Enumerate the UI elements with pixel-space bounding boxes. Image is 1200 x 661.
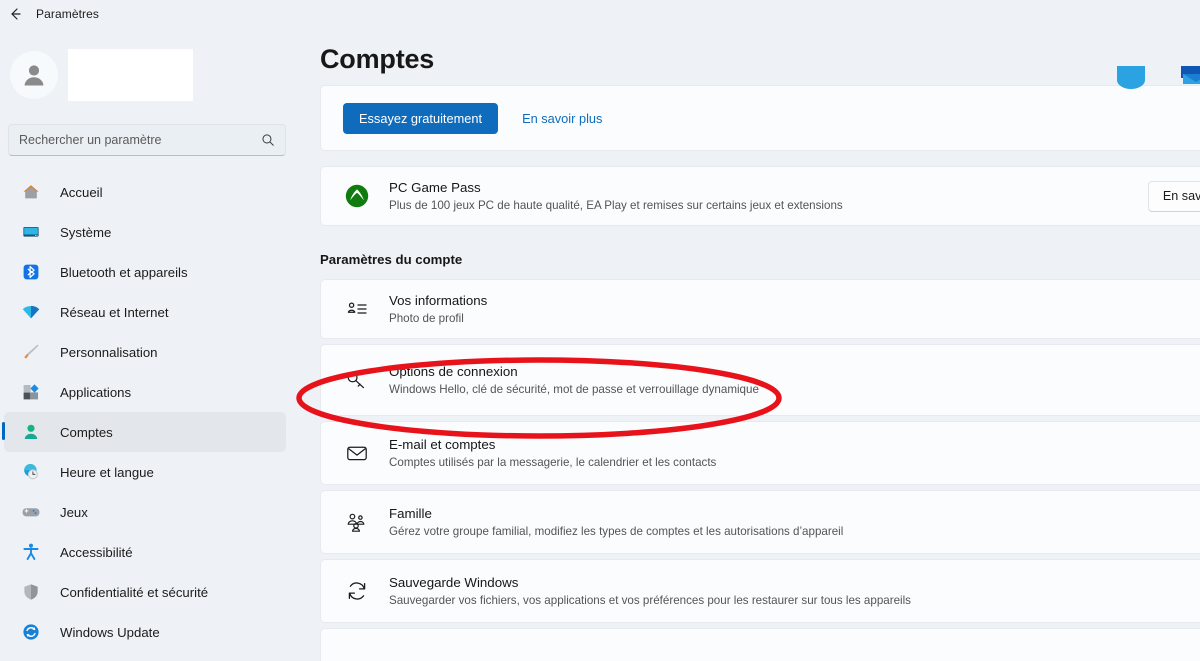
- sidebar-item-label: Applications: [60, 384, 132, 400]
- sidebar-item-reseau[interactable]: Réseau et Internet: [4, 292, 286, 332]
- search-input[interactable]: [19, 133, 261, 147]
- apps-icon: [20, 381, 42, 403]
- family-icon: [343, 508, 371, 536]
- sidebar-item-label: Confidentialité et sécurité: [60, 584, 209, 600]
- sidebar-item-accueil[interactable]: Accueil: [4, 172, 286, 212]
- setting-row-sauvegarde-windows[interactable]: Sauvegarde Windows Sauvegarder vos fichi…: [320, 559, 1200, 623]
- account-info-icon: [343, 295, 371, 323]
- game-pass-learn-more-button[interactable]: En savoir plus: [1147, 180, 1200, 212]
- setting-row-title: Options de connexion: [389, 363, 518, 379]
- pc-game-pass-action: En savoir plus: [1147, 180, 1200, 212]
- sidebar-item-bluetooth[interactable]: Bluetooth et appareils: [4, 252, 286, 292]
- sidebar-item-label: Système: [60, 224, 112, 240]
- sidebar-item-label: Jeux: [60, 504, 88, 520]
- promo-learn-more-link[interactable]: En savoir plus: [522, 111, 602, 126]
- mail-icon: [343, 439, 371, 467]
- search-icon: [261, 133, 275, 147]
- sidebar-item-comptes[interactable]: Comptes: [2, 412, 286, 452]
- app-icons-group: [1113, 64, 1200, 96]
- update-icon: [20, 621, 42, 643]
- setting-row-title: Vos informations: [389, 292, 488, 308]
- setting-row-partial[interactable]: [320, 628, 1200, 661]
- sidebar-item-label: Réseau et Internet: [60, 304, 169, 320]
- sidebar-item-label: Windows Update: [60, 624, 160, 640]
- main-content: Comptes Essayez gratuitement En savoir p…: [300, 28, 1200, 661]
- sidebar-item-heure-langue[interactable]: Heure et langue: [4, 452, 286, 492]
- pc-game-pass-text: PC Game Pass Plus de 100 jeux PC de haut…: [389, 179, 843, 214]
- clock-globe-icon: [20, 461, 42, 483]
- avatar: [10, 51, 58, 99]
- sidebar-item-label: Accessibilité: [60, 544, 133, 560]
- m365-app-icon-blue: [1113, 64, 1149, 96]
- setting-row-title: E-mail et comptes: [389, 436, 496, 452]
- wifi-icon: [20, 301, 42, 323]
- section-heading-account-settings: Paramètres du compte: [320, 252, 463, 267]
- setting-row-email-et-comptes[interactable]: E-mail et comptes Comptes utilisés par l…: [320, 421, 1200, 485]
- sidebar-item-applications[interactable]: Applications: [4, 372, 286, 412]
- setting-row-vos-informations[interactable]: Vos informations Photo de profil: [320, 279, 1200, 339]
- home-icon: [20, 181, 42, 203]
- search-box[interactable]: [8, 124, 286, 156]
- key-icon: [343, 366, 371, 394]
- setting-row-subtitle: Windows Hello, clé de sécurité, mot de p…: [389, 382, 759, 396]
- setting-row-subtitle: Photo de profil: [389, 311, 464, 325]
- sidebar: Accueil Système: [0, 28, 300, 661]
- sidebar-item-label: Comptes: [60, 424, 113, 440]
- profile-name-redacted: [68, 49, 193, 101]
- setting-row-subtitle: Sauvegarder vos fichiers, vos applicatio…: [389, 593, 911, 607]
- settings-window: Paramètres Rechercher un paramètre Accue…: [0, 0, 1200, 661]
- arrow-left-icon: [7, 6, 23, 22]
- backup-sync-icon: [343, 577, 371, 605]
- sidebar-item-label: Personnalisation: [60, 344, 158, 360]
- bluetooth-icon: [20, 261, 42, 283]
- setting-row-text: Vos informations Photo de profil: [389, 292, 487, 327]
- setting-row-text: E-mail et comptes Comptes utilisés par l…: [389, 436, 716, 471]
- xbox-icon: [343, 182, 371, 210]
- sidebar-item-label: Bluetooth et appareils: [60, 264, 188, 280]
- title-bar: Paramètres: [0, 0, 1200, 28]
- sidebar-item-jeux[interactable]: Jeux: [4, 492, 286, 532]
- pc-game-pass-card[interactable]: PC Game Pass Plus de 100 jeux PC de haut…: [320, 166, 1200, 226]
- sidebar-item-label: Accueil: [60, 184, 103, 200]
- setting-row-text: Famille Gérez votre groupe familial, mod…: [389, 505, 843, 540]
- sidebar-item-personnalisation[interactable]: Personnalisation: [4, 332, 286, 372]
- accounts-icon: [20, 421, 42, 443]
- gamepad-icon: [20, 501, 42, 523]
- sidebar-item-windows-update[interactable]: Windows Update: [4, 612, 286, 652]
- pc-game-pass-title: PC Game Pass: [389, 179, 481, 195]
- setting-row-title: Famille: [389, 505, 432, 521]
- setting-row-subtitle: Gérez votre groupe familial, modifiez le…: [389, 524, 844, 538]
- setting-row-text: Options de connexion Windows Hello, clé …: [389, 363, 759, 398]
- setting-row-text: Sauvegarde Windows Sauvegarder vos fichi…: [389, 574, 911, 609]
- setting-row-famille[interactable]: Famille Gérez votre groupe familial, mod…: [320, 490, 1200, 554]
- profile-block[interactable]: [0, 28, 300, 104]
- sidebar-item-systeme[interactable]: Système: [4, 212, 286, 252]
- sidebar-item-accessibilite[interactable]: Accessibilité: [4, 532, 286, 572]
- page-title: Comptes: [320, 44, 435, 74]
- outlook-app-icon: [1177, 64, 1200, 96]
- setting-row-title: Sauvegarde Windows: [389, 574, 519, 590]
- paintbrush-icon: [20, 341, 42, 363]
- sidebar-item-label: Heure et langue: [60, 464, 154, 480]
- try-free-button[interactable]: Essayez gratuitement: [343, 102, 499, 134]
- person-avatar-icon: [19, 60, 49, 90]
- back-button[interactable]: [0, 0, 30, 28]
- sidebar-nav: Accueil Système Bluetooth et appareils R…: [0, 172, 300, 652]
- window-title: Paramètres: [36, 7, 100, 21]
- pc-game-pass-subtitle: Plus de 100 jeux PC de haute qualité, EA…: [389, 198, 843, 212]
- setting-row-options-de-connexion[interactable]: Options de connexion Windows Hello, clé …: [320, 344, 1200, 416]
- sidebar-item-confidentialite[interactable]: Confidentialité et sécurité: [4, 572, 286, 612]
- monitor-icon: [20, 221, 42, 243]
- setting-row-subtitle: Comptes utilisés par la messagerie, le c…: [389, 455, 717, 469]
- accessibility-icon: [20, 541, 42, 563]
- microsoft-365-promo-card: Essayez gratuitement En savoir plus: [320, 66, 1200, 151]
- shield-icon: [20, 581, 42, 603]
